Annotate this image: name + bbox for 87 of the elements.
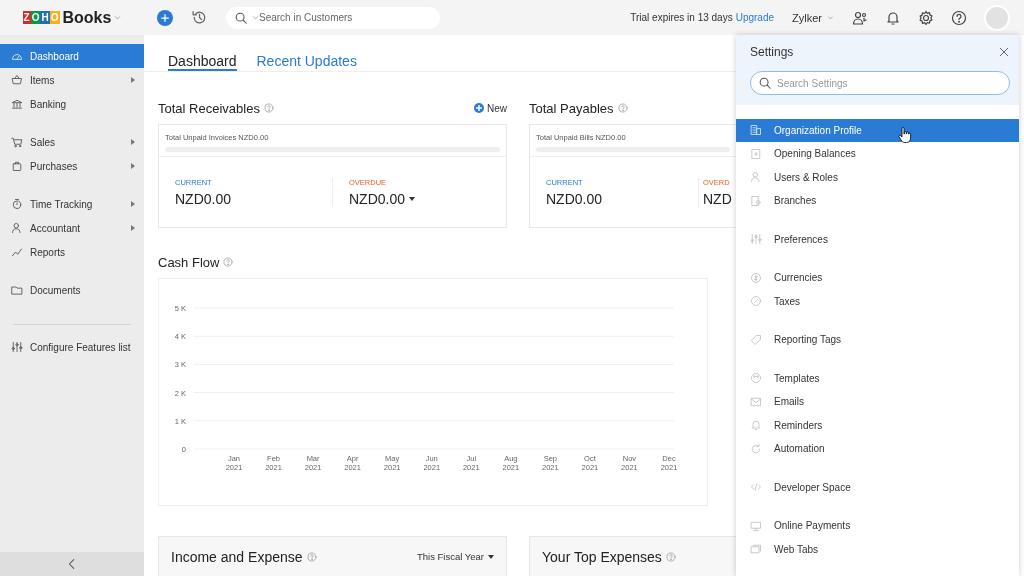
monitor-icon	[750, 519, 762, 532]
settings-item[interactable]: Automation	[736, 437, 1019, 461]
current-amount: NZD0.00	[175, 190, 233, 207]
section-title: Income and Expense	[171, 548, 303, 565]
help-icon[interactable]	[951, 9, 967, 26]
settings-item[interactable]: Emails	[736, 390, 1019, 414]
help-icon	[263, 103, 274, 113]
plus-icon	[160, 12, 170, 23]
bag-icon	[11, 160, 23, 172]
building-icon	[750, 124, 762, 137]
section-title: Your Top Expenses	[542, 548, 662, 565]
settings-item[interactable]: Currencies	[736, 266, 1019, 290]
tab[interactable]: Dashboard	[168, 35, 237, 71]
help-icon	[306, 551, 317, 562]
organization-dropdown[interactable]: Zylker	[792, 11, 834, 24]
settings-item[interactable]: Web Tabs	[736, 537, 1019, 561]
sliders-icon	[11, 341, 23, 353]
person-icon	[750, 171, 762, 184]
new-button[interactable]: New	[474, 102, 507, 114]
settings-item[interactable]: Reminders	[736, 413, 1019, 437]
code-icon	[750, 481, 762, 494]
history-icon[interactable]	[191, 9, 208, 26]
close-icon	[998, 46, 1010, 58]
refresh-icon	[750, 442, 762, 455]
section-title: Total Payables	[529, 100, 614, 116]
search-icon	[234, 10, 248, 25]
caret-icon	[252, 14, 259, 21]
help-icon	[223, 257, 234, 267]
overdue-dropdown[interactable]: NZD0.00	[349, 190, 490, 207]
cart-icon	[11, 136, 23, 148]
basket-icon	[11, 74, 23, 86]
upgrade-link[interactable]: Upgrade	[735, 12, 775, 23]
settings-item[interactable]: Preferences	[736, 227, 1019, 251]
period-dropdown[interactable]: This Fiscal Year	[416, 551, 494, 562]
search-icon	[758, 76, 772, 90]
section-title: Cash Flow	[158, 254, 220, 270]
settings-icon[interactable]	[918, 9, 934, 26]
plus-icon	[474, 103, 484, 113]
sidebar-item[interactable]: Banking	[0, 92, 144, 116]
settings-item[interactable]: Users & Roles	[736, 165, 1019, 189]
trial-notice: Trial expires in 13 days	[630, 12, 733, 23]
folder-icon	[11, 284, 23, 296]
hand-cursor-icon	[898, 126, 912, 143]
configure-features-link[interactable]: Configure Features list	[0, 335, 144, 359]
sidebar-item[interactable]: Purchases	[0, 154, 144, 178]
settings-item[interactable]: Opening Balances	[736, 142, 1019, 166]
section-title: Total Receivables	[158, 100, 260, 116]
bell-icon	[750, 419, 762, 432]
settings-item[interactable]: Developer Space	[736, 475, 1019, 499]
people-icon[interactable]	[852, 9, 868, 26]
person-icon	[11, 222, 23, 234]
help-icon	[617, 103, 628, 113]
help-icon	[665, 551, 676, 562]
sidebar-item[interactable]: Dashboard	[0, 44, 144, 68]
stopwatch-icon	[11, 198, 23, 210]
close-button[interactable]	[998, 46, 1010, 58]
line-chart-icon	[11, 246, 23, 258]
document-pin-icon	[750, 194, 762, 207]
window-icon	[750, 543, 762, 556]
settings-item[interactable]: Templates	[736, 366, 1019, 390]
settings-item[interactable]: Branches	[736, 189, 1019, 213]
sidebar-item[interactable]: Reports	[0, 240, 144, 264]
sidebar-item[interactable]: Accountant	[0, 216, 144, 240]
panel-title: Settings	[750, 45, 794, 59]
envelope-icon	[750, 395, 762, 408]
search-field[interactable]: Search in Customers	[226, 6, 440, 29]
current-amount: NZD0.00	[546, 190, 604, 207]
coin-icon	[750, 271, 762, 284]
app-name: Books	[62, 8, 112, 27]
add-button[interactable]	[157, 9, 173, 26]
tag-icon	[750, 333, 762, 346]
sidebar-item[interactable]: Items	[0, 68, 144, 92]
sidebar-item[interactable]: Sales	[0, 130, 144, 154]
logo: ZOHO	[22, 11, 60, 24]
bank-icon	[11, 98, 23, 110]
tab[interactable]: Recent Updates	[256, 35, 357, 71]
settings-search-field[interactable]: Search Settings	[750, 71, 1010, 95]
sidebar-item[interactable]: Time Tracking	[0, 192, 144, 216]
settings-item[interactable]: Online Payments	[736, 514, 1019, 538]
document-icon	[750, 147, 762, 160]
chevron-down-icon	[827, 14, 834, 21]
settings-item[interactable]: Reporting Tags	[736, 328, 1019, 352]
notifications-icon[interactable]	[885, 9, 901, 26]
sliders-icon	[750, 233, 762, 246]
settings-item[interactable]: Organization Profile	[736, 118, 1019, 142]
settings-item[interactable]: Taxes	[736, 289, 1019, 313]
sidebar-item[interactable]: Documents	[0, 278, 144, 302]
